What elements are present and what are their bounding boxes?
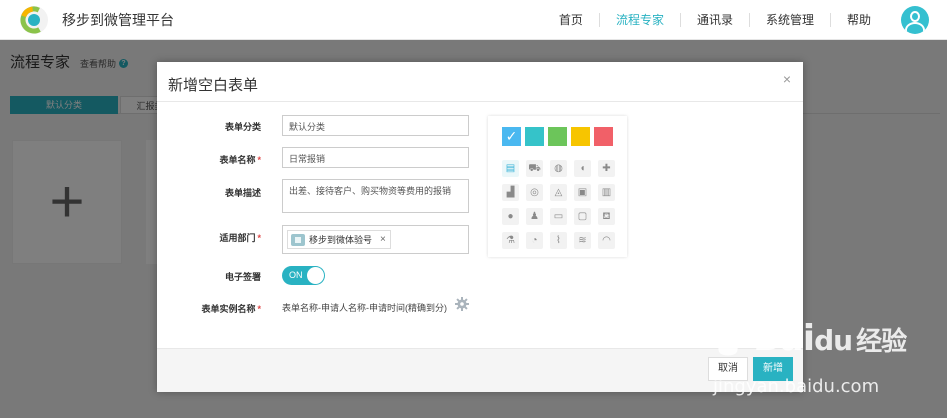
- icon-picker-panel: ✓ ▤ ⛟ ◍ ◖ ✚ ▟ ◎ ◬ ▣ ▥ ● ♟ ▭ ▢ ⛾ ⚗ ◔ ⌇ ≋ ◠: [488, 116, 627, 257]
- medical-kit-icon[interactable]: ✚: [598, 160, 615, 177]
- document-icon[interactable]: ▤: [502, 160, 519, 177]
- department-label: 适用部门 *: [219, 233, 261, 243]
- cash-icon[interactable]: ▢: [574, 208, 591, 225]
- form-desc-textarea[interactable]: 出差、接待客户、购买物资等费用的报销: [282, 179, 469, 213]
- department-picker[interactable]: 移步到微体验号 ×: [282, 225, 469, 254]
- category-select[interactable]: 默认分类: [282, 115, 469, 136]
- toggle-knob: [307, 267, 324, 284]
- form-name-input[interactable]: 日常报销: [282, 147, 469, 168]
- department-tag-label: 移步到微体验号: [309, 235, 373, 245]
- brand-name: 移步到微管理平台: [62, 12, 174, 28]
- color-swatch-2[interactable]: [548, 127, 567, 146]
- truck-icon[interactable]: ⛟: [526, 160, 543, 177]
- gear-icon[interactable]: [455, 297, 469, 311]
- cancel-button[interactable]: 取消: [708, 357, 748, 381]
- dialog-title: 新增空白表单: [168, 77, 259, 94]
- remove-tag-icon[interactable]: ×: [380, 234, 386, 245]
- app-logo[interactable]: [20, 6, 48, 34]
- department-tag: 移步到微体验号 ×: [287, 230, 391, 249]
- nav-contacts[interactable]: 通讯录: [681, 13, 749, 27]
- color-swatch-0[interactable]: ✓: [502, 127, 521, 146]
- color-swatch-4[interactable]: [594, 127, 613, 146]
- dialog-header: 新增空白表单 ×: [157, 62, 803, 102]
- globe-icon[interactable]: ◎: [526, 184, 543, 201]
- cart-icon[interactable]: ⛾: [598, 208, 615, 225]
- microscope-icon[interactable]: ⚗: [502, 232, 519, 249]
- top-navbar: 移步到微管理平台 首页 流程专家 通讯录 系统管理 帮助: [0, 0, 947, 40]
- pie-chart-icon[interactable]: ◔: [526, 232, 543, 249]
- coins-icon[interactable]: ≋: [574, 232, 591, 249]
- badge-icon[interactable]: ▣: [574, 184, 591, 201]
- factory-icon[interactable]: ▟: [502, 184, 519, 201]
- nav-process-expert[interactable]: 流程专家: [600, 13, 680, 27]
- instance-name-value: 表单名称-申请人名称-申请时间(精确到分): [282, 303, 447, 313]
- form-name-label: 表单名称 *: [219, 155, 261, 165]
- nav-home[interactable]: 首页: [543, 13, 599, 27]
- icon-grid: ▤ ⛟ ◍ ◖ ✚ ▟ ◎ ◬ ▣ ▥ ● ♟ ▭ ▢ ⛾ ⚗ ◔ ⌇ ≋ ◠: [502, 160, 615, 249]
- close-icon[interactable]: ×: [783, 71, 791, 87]
- form-desc-label: 表单描述: [224, 188, 261, 198]
- new-form-dialog: 新增空白表单 × 表单分类 默认分类 表单名称 * 日常报销 表单描述 出差、接待…: [157, 62, 803, 392]
- nav-help[interactable]: 帮助: [831, 13, 887, 27]
- signature-toggle[interactable]: ON: [282, 266, 325, 285]
- nav-system[interactable]: 系统管理: [750, 13, 830, 27]
- dialog-footer: [157, 348, 803, 392]
- main-nav: 首页 流程专家 通讯录 系统管理 帮助: [543, 0, 947, 40]
- department-icon: [291, 233, 305, 246]
- balloon-icon[interactable]: ◖: [574, 160, 591, 177]
- toggle-state: ON: [289, 270, 303, 280]
- color-swatch-1[interactable]: [525, 127, 544, 146]
- color-swatch-3[interactable]: [571, 127, 590, 146]
- avatar-head-icon: [910, 11, 920, 22]
- category-label: 表单分类: [224, 122, 261, 132]
- logo-icon: [20, 6, 48, 34]
- credit-card-icon[interactable]: ▭: [550, 208, 567, 225]
- instance-name-label: 表单实例名称 *: [201, 304, 261, 314]
- speedometer-icon[interactable]: ◠: [598, 232, 615, 249]
- avatar-body-icon: [905, 22, 925, 34]
- basketball-icon[interactable]: ◍: [550, 160, 567, 177]
- signature-label: 电子签署: [224, 272, 261, 282]
- create-button[interactable]: 新增: [753, 357, 793, 381]
- book-icon[interactable]: ▥: [598, 184, 615, 201]
- handshake-icon[interactable]: ◬: [550, 184, 567, 201]
- person-icon[interactable]: ●: [502, 208, 519, 225]
- line-chart-icon[interactable]: ⌇: [550, 232, 567, 249]
- user-avatar[interactable]: [901, 6, 929, 34]
- presenter-icon[interactable]: ♟: [526, 208, 543, 225]
